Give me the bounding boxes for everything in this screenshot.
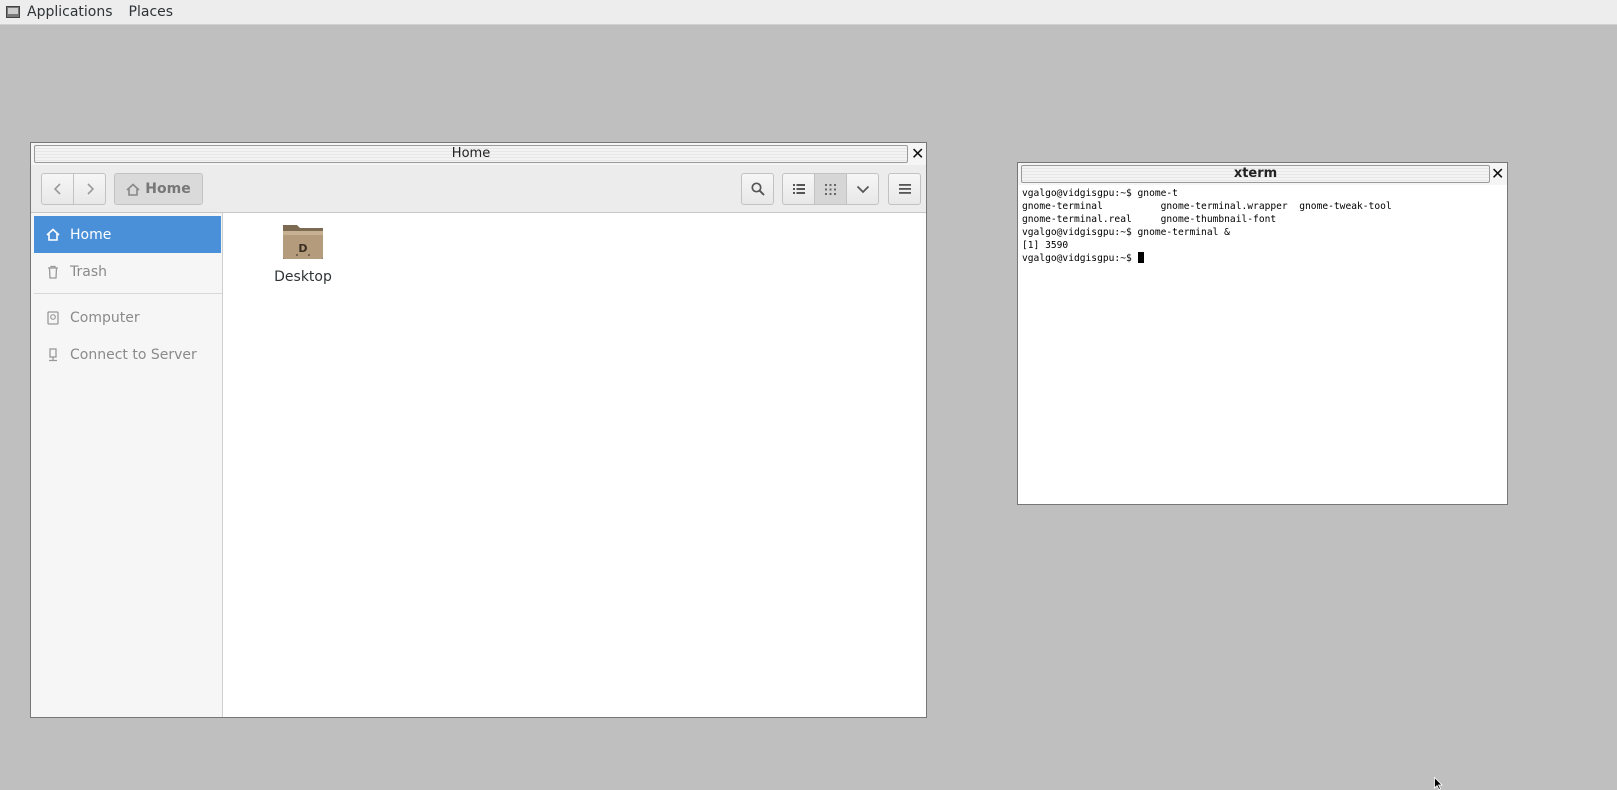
applications-menu[interactable]: Applications (27, 4, 113, 20)
folder-label: Desktop (274, 269, 332, 285)
window-title: xterm (1021, 165, 1490, 183)
sidebar-item-label: Computer (70, 309, 140, 326)
sidebar-item-connect-to-server[interactable]: Connect to Server (34, 336, 221, 373)
computer-icon (45, 310, 61, 325)
home-icon (45, 228, 61, 241)
grid-view-button[interactable] (814, 173, 847, 205)
svg-text:D: D (298, 242, 307, 255)
mouse-pointer-icon (1434, 777, 1443, 790)
window-title: Home (34, 145, 908, 163)
sidebar-item-label: Home (70, 226, 112, 243)
sidebar-item-label: Trash (70, 263, 107, 280)
chevron-down-icon (856, 185, 869, 193)
terminal-line: vgalgo@vidgisgpu:~$ gnome-t (1022, 188, 1178, 199)
close-icon[interactable]: ✕ (1491, 166, 1504, 182)
folder-desktop-icon: D (283, 225, 323, 259)
path-bar-home-label: Home (145, 181, 191, 197)
trash-icon (45, 265, 61, 279)
search-button[interactable] (741, 173, 774, 205)
applications-icon (6, 6, 20, 18)
app-menu-button[interactable] (888, 173, 921, 205)
close-icon[interactable]: ✕ (911, 146, 924, 162)
back-button[interactable] (41, 173, 74, 205)
list-view-icon (792, 184, 805, 194)
sidebar-item-label: Connect to Server (70, 346, 197, 363)
chevron-right-icon (86, 183, 94, 195)
places-menu[interactable]: Places (129, 4, 174, 20)
path-bar-home-button[interactable]: Home (114, 173, 203, 205)
hamburger-menu-icon (898, 184, 911, 194)
xterm-titlebar[interactable]: xterm ✕ (1018, 163, 1507, 185)
list-view-button[interactable] (782, 173, 815, 205)
forward-button[interactable] (73, 173, 106, 205)
server-icon (45, 347, 61, 362)
sidebar-item-trash[interactable]: Trash (34, 253, 221, 290)
terminal-line: [1] 3590 (1022, 240, 1069, 251)
view-options-button[interactable] (846, 173, 879, 205)
search-icon (750, 182, 765, 196)
sidebar-divider (34, 293, 222, 294)
terminal-prompt-line: vgalgo@vidgisgpu:~$ (1022, 252, 1505, 265)
sidebar: Home Trash Computer Connect to Server (31, 213, 223, 717)
xterm-window: xterm ✕ vgalgo@vidgisgpu:~$ gnome-t gnome… (1017, 162, 1508, 505)
home-icon (126, 182, 140, 196)
files-window: Home ✕ Home Home Trash Computer Connect … (30, 142, 927, 718)
terminal-line: vgalgo@vidgisgpu:~$ gnome-terminal & (1022, 227, 1230, 238)
terminal-prompt: vgalgo@vidgisgpu:~$ (1022, 253, 1138, 264)
folder-item-desktop[interactable]: D Desktop (258, 221, 348, 285)
chevron-left-icon (53, 183, 61, 195)
terminal-line: gnome-terminal gnome-terminal.wrapper gn… (1022, 201, 1392, 212)
sidebar-item-computer[interactable]: Computer (34, 299, 221, 336)
top-panel: Applications Places (0, 0, 1617, 25)
text-cursor (1137, 252, 1144, 263)
grid-view-icon (825, 183, 836, 195)
sidebar-item-home[interactable]: Home (34, 216, 221, 253)
terminal-output[interactable]: vgalgo@vidgisgpu:~$ gnome-t gnome-termina… (1022, 187, 1505, 502)
files-toolbar: Home (31, 165, 926, 213)
files-titlebar[interactable]: Home ✕ (31, 143, 926, 166)
file-view[interactable]: D Desktop (223, 213, 926, 717)
terminal-line: gnome-terminal.real gnome-thumbnail-font (1022, 214, 1277, 225)
